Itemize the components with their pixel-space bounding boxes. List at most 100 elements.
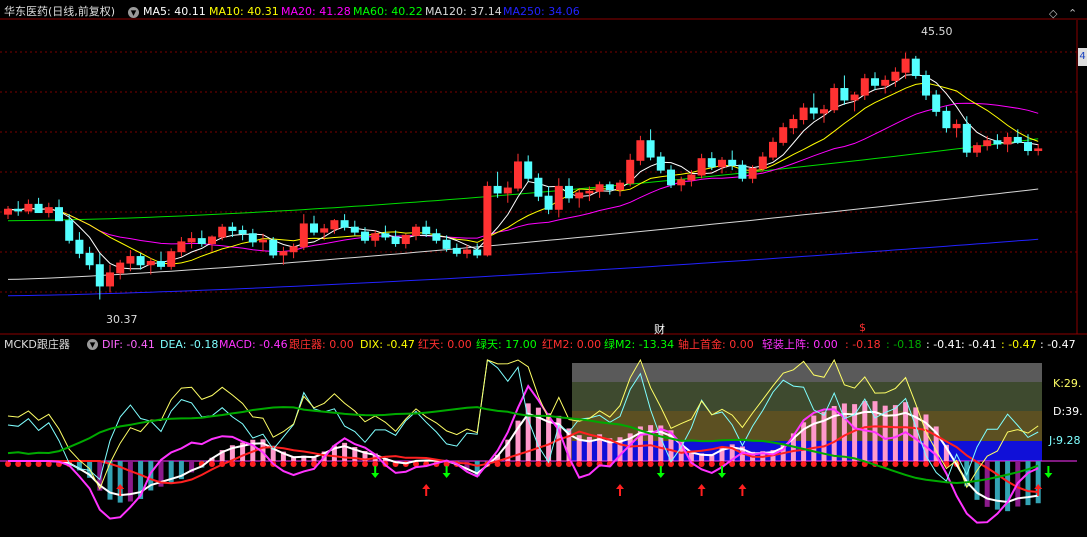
indicator-dot (831, 461, 838, 467)
candle-body (718, 159, 726, 168)
dividend-marker[interactable]: $ (859, 321, 866, 334)
indicator-dot (627, 461, 634, 467)
indicator-dot (770, 461, 776, 467)
indicator-dot (749, 461, 756, 467)
dif-value: DIF: -0.41 (102, 338, 155, 351)
kdj-j-label: J:9.28 (1049, 434, 1081, 447)
financial-report-marker[interactable]: 财 (654, 321, 665, 337)
candle-body (565, 185, 573, 199)
indicator-dot (555, 461, 562, 467)
indicator-dot (882, 461, 889, 467)
candle-body (208, 236, 216, 245)
buy-arrow-icon (616, 484, 624, 496)
sell-arrow-icon (656, 466, 665, 478)
candle-body (575, 192, 584, 199)
candle-body (44, 207, 53, 214)
indicator-dot (321, 461, 328, 467)
high-price-label: 45.50 (921, 25, 953, 38)
stock-name[interactable]: 华东医药(日线,前复权) (4, 6, 115, 18)
candle-body (626, 159, 635, 184)
indicator-panel (0, 358, 1077, 524)
extra-value-5: : -0.47 (1001, 338, 1037, 351)
candle-body (636, 140, 645, 161)
candle-body (197, 238, 206, 245)
candle-body (310, 223, 318, 233)
indicator-dot (341, 461, 348, 467)
candle-body (697, 158, 706, 176)
candle-body (187, 238, 196, 243)
buy-arrow-icon (422, 484, 431, 496)
candle-body (748, 167, 757, 179)
stock-chart[interactable] (0, 0, 1087, 537)
candle-body (442, 239, 451, 249)
indicator-dot (800, 461, 807, 467)
indicator-bar (1035, 461, 1041, 504)
candle-body (850, 94, 859, 101)
candle-body (860, 78, 869, 96)
candle-body (146, 260, 155, 266)
hongm2-value: 红M2: 0.00 (542, 338, 602, 351)
ma60-path (7, 138, 1039, 222)
indicator-dot (841, 461, 848, 467)
candle-body (534, 177, 543, 197)
candle-body (769, 141, 777, 158)
candle-body (422, 226, 431, 235)
candle-body (85, 252, 94, 266)
indicator-dot (515, 461, 521, 467)
buy-arrow-icon (738, 484, 747, 496)
candle-body (656, 156, 665, 171)
indicator-dot (249, 461, 256, 467)
diamond-icon[interactable]: ◇ (1049, 8, 1057, 19)
expand-icon[interactable]: ⌃ (1068, 8, 1077, 19)
indicator-dot (260, 461, 266, 467)
genzhuang-value: 跟庄器: 0.00 (289, 338, 354, 351)
candle-body (14, 208, 23, 212)
candle-body (299, 223, 308, 248)
candle-body (157, 260, 165, 267)
chevron-down-icon[interactable]: ▾ (87, 339, 98, 351)
indicator-dot (780, 461, 787, 467)
candle-body (24, 203, 33, 212)
sell-arrow-icon (1044, 466, 1053, 478)
ma60-line (7, 138, 1039, 222)
indicator-dot (637, 461, 644, 467)
candle-body (789, 119, 798, 129)
candle-body (167, 251, 176, 267)
indicator-dot (351, 461, 358, 467)
candle-body (1013, 136, 1022, 143)
kdj-k-label: K:29. (1053, 377, 1082, 390)
candle-body (585, 190, 594, 194)
candle-body (595, 184, 604, 192)
indicator-dot (821, 461, 827, 467)
right-tab[interactable]: 4 (1078, 48, 1087, 66)
chevron-down-icon[interactable]: ▾ (128, 7, 139, 19)
candle-body (942, 110, 951, 129)
candle-body (728, 159, 737, 166)
candle-body (55, 207, 63, 222)
candle-body (391, 236, 400, 245)
indicator-dot (647, 461, 654, 467)
indicator-dot (708, 461, 715, 467)
extra-value-4: : -0.41 (961, 338, 997, 351)
candle-body (320, 228, 329, 233)
indicator-dot (912, 461, 919, 467)
indicator-dot (923, 461, 929, 467)
candle-body (901, 58, 910, 73)
qingzhuang-value: 轻装上阵: 0.00 (762, 338, 838, 351)
candle-body (911, 58, 920, 76)
candle-body (524, 161, 533, 179)
candle-body (361, 231, 369, 241)
candle-body (65, 220, 74, 241)
dix-value: DIX: -0.47 (360, 338, 415, 351)
indicator-bar (841, 403, 847, 461)
indicator-name[interactable]: MCKD跟庄器 (4, 339, 70, 351)
ma10-line (7, 82, 1039, 265)
candle-body (228, 226, 237, 231)
candle-body (34, 203, 43, 214)
candle-body (238, 229, 247, 235)
indicator-dot (290, 461, 297, 467)
indicator-dot (300, 461, 307, 467)
indicator-bar (831, 406, 837, 461)
indicator-dot (617, 461, 623, 467)
indicator-dot (759, 461, 766, 467)
